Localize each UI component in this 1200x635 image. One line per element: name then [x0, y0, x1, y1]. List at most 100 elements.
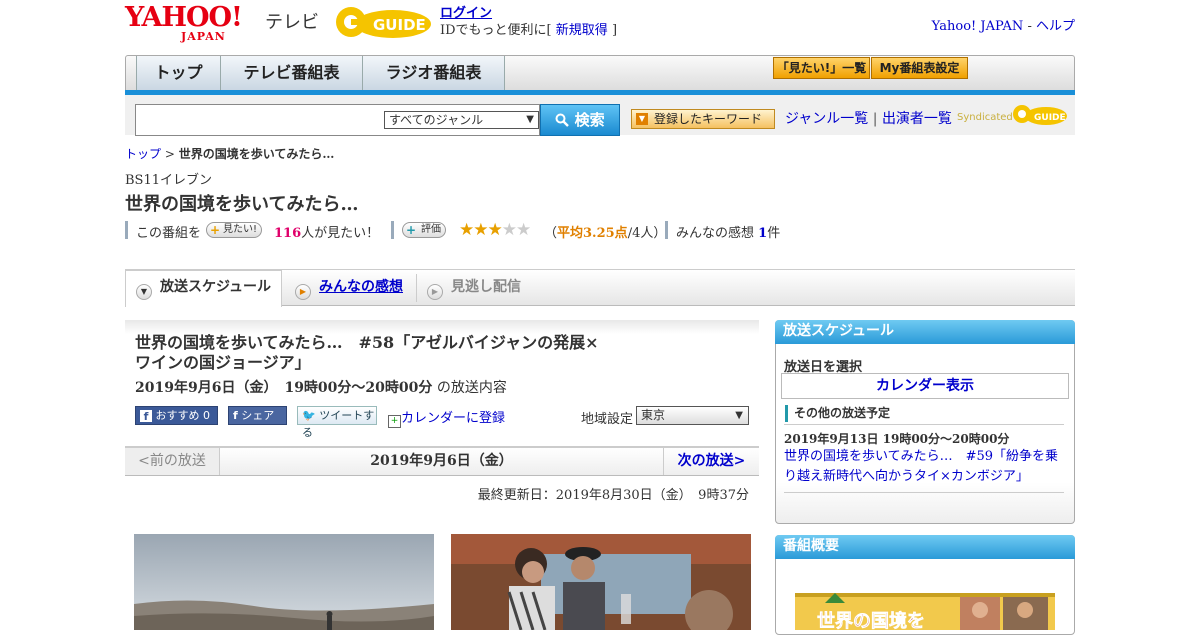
rating-button[interactable]: + 評価	[402, 222, 446, 238]
login-block: ログイン IDでもっと便利に[ 新規取得 ]	[440, 5, 617, 39]
program-banner[interactable]: 世界の国境を	[795, 593, 1055, 630]
stats-divider	[665, 221, 668, 239]
tab-schedule[interactable]: ▼ 放送スケジュール	[136, 271, 271, 306]
stats-divider	[125, 221, 128, 239]
plus-icon: +	[210, 223, 221, 237]
tweet-button[interactable]: 🐦 ツイートする	[297, 406, 377, 439]
triangle-down-icon: ▼	[636, 113, 648, 125]
tab-schedule-label: 放送スケジュール	[160, 279, 272, 295]
nav-tab-tv-schedule[interactable]: テレビ番組表	[221, 56, 363, 91]
tab-missed[interactable]: ▶ 見逃し配信	[427, 271, 521, 306]
impressions-count-link[interactable]: 1	[758, 226, 767, 241]
registered-keyword-button[interactable]: ▼ 登録したキーワード	[631, 109, 775, 129]
star-empty-icon: ★	[516, 220, 531, 240]
last-updated: 最終更新日：2019年8月30日（金） 9時37分	[477, 488, 749, 503]
star-filled-icon: ★	[459, 220, 474, 240]
sidebar-summary-head: 番組概要	[775, 535, 1075, 559]
syndicated-label: Syndicated	[957, 112, 1013, 123]
divider	[784, 424, 1064, 425]
list-links: ジャンル一覧 | 出演者一覧	[785, 108, 952, 128]
chevron-down-icon: ▼	[136, 284, 152, 300]
syndicated-gguide-logo: Syndicated GUIDE	[957, 103, 1069, 129]
episode-title: 世界の国境を歩いてみたら… #58「アゼルバイジャンの発展× ワインの国ジョージ…	[135, 333, 605, 373]
nav-tab-top[interactable]: トップ	[136, 56, 221, 91]
episode-datetime-suffix: の放送内容	[436, 380, 507, 396]
play-icon: ▶	[427, 284, 443, 300]
episode-title-line2: ワインの国ジョージア」	[135, 353, 311, 372]
plus-icon: +	[406, 223, 417, 237]
yahoo-japan-logo[interactable]: YAHOO! JAPAN	[125, 4, 263, 43]
tab-missed-label: 見逃し配信	[451, 279, 521, 295]
star-filled-icon: ★	[473, 220, 488, 240]
calendar-register[interactable]: + カレンダーに登録	[388, 407, 505, 428]
next-broadcast-link[interactable]: 次の放送>	[663, 448, 759, 475]
banner-text: 世界の国境を	[817, 610, 925, 630]
gguide-logo[interactable]: GUIDE	[333, 4, 433, 42]
region-select[interactable]: 東京 ▼	[636, 406, 749, 425]
login-link[interactable]: ログイン	[440, 6, 492, 21]
want-button[interactable]: + 見たい!	[206, 222, 263, 238]
other-schedule-link[interactable]: 世界の国境を歩いてみたら… #59「紛争を乗り越え新時代へ向かうタイ×カンボジア…	[784, 447, 1066, 487]
login-note-end: ]	[611, 23, 618, 38]
nav-tab-radio-schedule[interactable]: ラジオ番組表	[363, 56, 505, 91]
tab-impressions[interactable]: ▶ みんなの感想	[295, 271, 403, 306]
performer-list-link[interactable]: 出演者一覧	[882, 111, 952, 127]
login-note: IDでもっと便利に[	[440, 23, 552, 38]
breadcrumb-current: 世界の国境を歩いてみたら…	[178, 147, 335, 161]
facebook-icon: f	[233, 409, 238, 422]
rating-paren-open: （	[544, 226, 558, 241]
impressions-label: みんなの感想	[676, 226, 755, 241]
want-suffix: 人が見たい！	[301, 226, 380, 241]
rating-button-label: 評価	[421, 224, 441, 235]
rating-paren-close: /4人）	[627, 226, 667, 241]
my-schedule-button[interactable]: My番組表設定	[871, 57, 968, 79]
twitter-icon: 🐦	[302, 409, 316, 422]
region-selected: 東京	[641, 408, 666, 422]
search-button[interactable]: 検索	[540, 104, 620, 136]
chevron-down-icon: ▼	[526, 114, 534, 125]
tab-impressions-label: みんなの感想	[319, 279, 403, 295]
yahoo-japan-link[interactable]: Yahoo! JAPAN	[932, 19, 1024, 34]
page-title: 世界の国境を歩いてみたら…	[125, 194, 359, 215]
signup-link[interactable]: 新規取得	[556, 23, 608, 38]
episode-title-line1: 世界の国境を歩いてみたら… #58「アゼルバイジャンの発展×	[135, 333, 599, 352]
rating-text: （平均3.25点/4人）	[544, 222, 666, 241]
search-icon	[555, 111, 574, 129]
tv-label: テレビ	[265, 12, 319, 33]
utility-links: Yahoo! JAPAN - ヘルプ	[932, 15, 1075, 34]
search-button-label: 検索	[574, 111, 605, 129]
calendar-display-button[interactable]: カレンダー表示	[781, 373, 1069, 399]
calendar-add-icon: +	[388, 415, 401, 428]
facebook-recommend-button[interactable]: f おすすめ 0	[135, 406, 218, 425]
region-label: 地域設定	[581, 412, 634, 427]
link-separator: |	[872, 111, 878, 127]
facebook-share-label: シェア	[241, 409, 275, 422]
registered-keyword-label: 登録したキーワード	[654, 112, 763, 126]
calendar-register-link[interactable]: カレンダーに登録	[401, 411, 505, 426]
prev-broadcast-button[interactable]: <前の放送	[125, 448, 220, 475]
other-schedule-date: 2019年9月13日 19時00分～20時00分	[784, 432, 1010, 446]
help-link[interactable]: ヘルプ	[1036, 19, 1075, 34]
divider	[784, 492, 1064, 493]
want-button-label: 見たい!	[223, 224, 258, 235]
star-filled-icon: ★	[487, 220, 503, 240]
utility-separator: -	[1027, 19, 1032, 34]
program-stats: この番組を + 見たい! 116人が見たい！ + 評価 ★★★★★ （平均3.2…	[125, 220, 825, 241]
tab-divider	[416, 274, 417, 302]
stats-divider	[391, 221, 394, 239]
genre-list-link[interactable]: ジャンル一覧	[785, 111, 868, 127]
breadcrumb: トップ > 世界の国境を歩いてみたら…	[125, 145, 334, 162]
genre-select[interactable]: すべてのジャンル ▼	[384, 111, 539, 129]
facebook-share-button[interactable]: f シェア	[228, 406, 287, 425]
chevron-down-icon: ▼	[735, 410, 743, 421]
other-schedule-head: その他の放送予定	[785, 405, 1065, 422]
episode-photo-landscape	[134, 534, 434, 630]
impressions-summary: みんなの感想 1件	[676, 222, 780, 241]
facebook-recommend-label: おすすめ	[155, 409, 200, 422]
sidebar-schedule-head: 放送スケジュール	[775, 320, 1075, 344]
want-count-group: 116人が見たい！	[274, 222, 379, 241]
facebook-icon: f	[140, 410, 152, 423]
genre-selected: すべてのジャンル	[389, 113, 484, 127]
mitai-list-button[interactable]: 「見たい!」一覧	[773, 57, 870, 79]
breadcrumb-top[interactable]: トップ	[125, 147, 161, 161]
